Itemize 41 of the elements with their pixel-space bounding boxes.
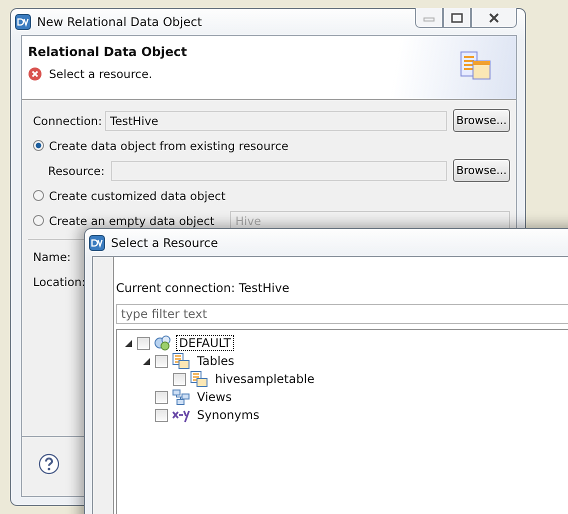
close-icon: [487, 12, 501, 22]
resource-label: Resource:: [48, 162, 105, 178]
tree-item[interactable]: DEFAULT: [176, 335, 234, 351]
app-logo-icon: [89, 234, 105, 250]
name-label: Name:: [33, 250, 72, 264]
window-title: New Relational Data Object: [37, 15, 202, 29]
expand-icon[interactable]: [125, 340, 132, 346]
tree-item[interactable]: Tables: [194, 353, 238, 369]
help-icon[interactable]: [38, 453, 60, 475]
tree-item[interactable]: hivesampletable: [212, 371, 318, 387]
connection-label: Connection:: [33, 114, 99, 128]
radio-option[interactable]: Create an empty data object: [33, 214, 214, 228]
database-icon: [154, 335, 172, 351]
checkbox[interactable]: [155, 390, 168, 404]
tree-item[interactable]: Views: [194, 389, 235, 405]
app-logo-icon: [15, 14, 31, 30]
page-title: Relational Data Object: [28, 44, 188, 59]
checkbox[interactable]: [137, 336, 150, 350]
table-icon: [172, 353, 190, 369]
radio-option[interactable]: Create customized data object: [33, 188, 226, 202]
hierarchy-icon: [172, 389, 190, 405]
close-button[interactable]: [471, 8, 517, 28]
connection-text: Current connection: TestHive: [116, 281, 290, 297]
maximize-button[interactable]: [443, 8, 471, 28]
resource-field[interactable]: [110, 160, 447, 180]
expand-icon[interactable]: [143, 358, 150, 364]
browse-button[interactable]: Browse...: [453, 109, 510, 132]
error-message: Select a resource.: [49, 67, 152, 81]
table-icon: [190, 371, 208, 387]
connection-field[interactable]: TestHive: [105, 110, 447, 130]
checkbox[interactable]: [173, 372, 186, 386]
location-label: Location:: [33, 274, 87, 288]
error-icon: [28, 67, 42, 81]
browse-button[interactable]: Browse...: [453, 159, 510, 182]
filter-field[interactable]: type filter text: [116, 304, 568, 324]
checkbox[interactable]: [155, 408, 168, 422]
tree-item[interactable]: Synonyms: [194, 407, 262, 423]
checkbox[interactable]: [155, 354, 168, 368]
radio-option[interactable]: Create data object from existing resource: [33, 138, 288, 152]
window-title: Select a Resource: [111, 236, 218, 250]
maximize-icon: [451, 12, 463, 22]
